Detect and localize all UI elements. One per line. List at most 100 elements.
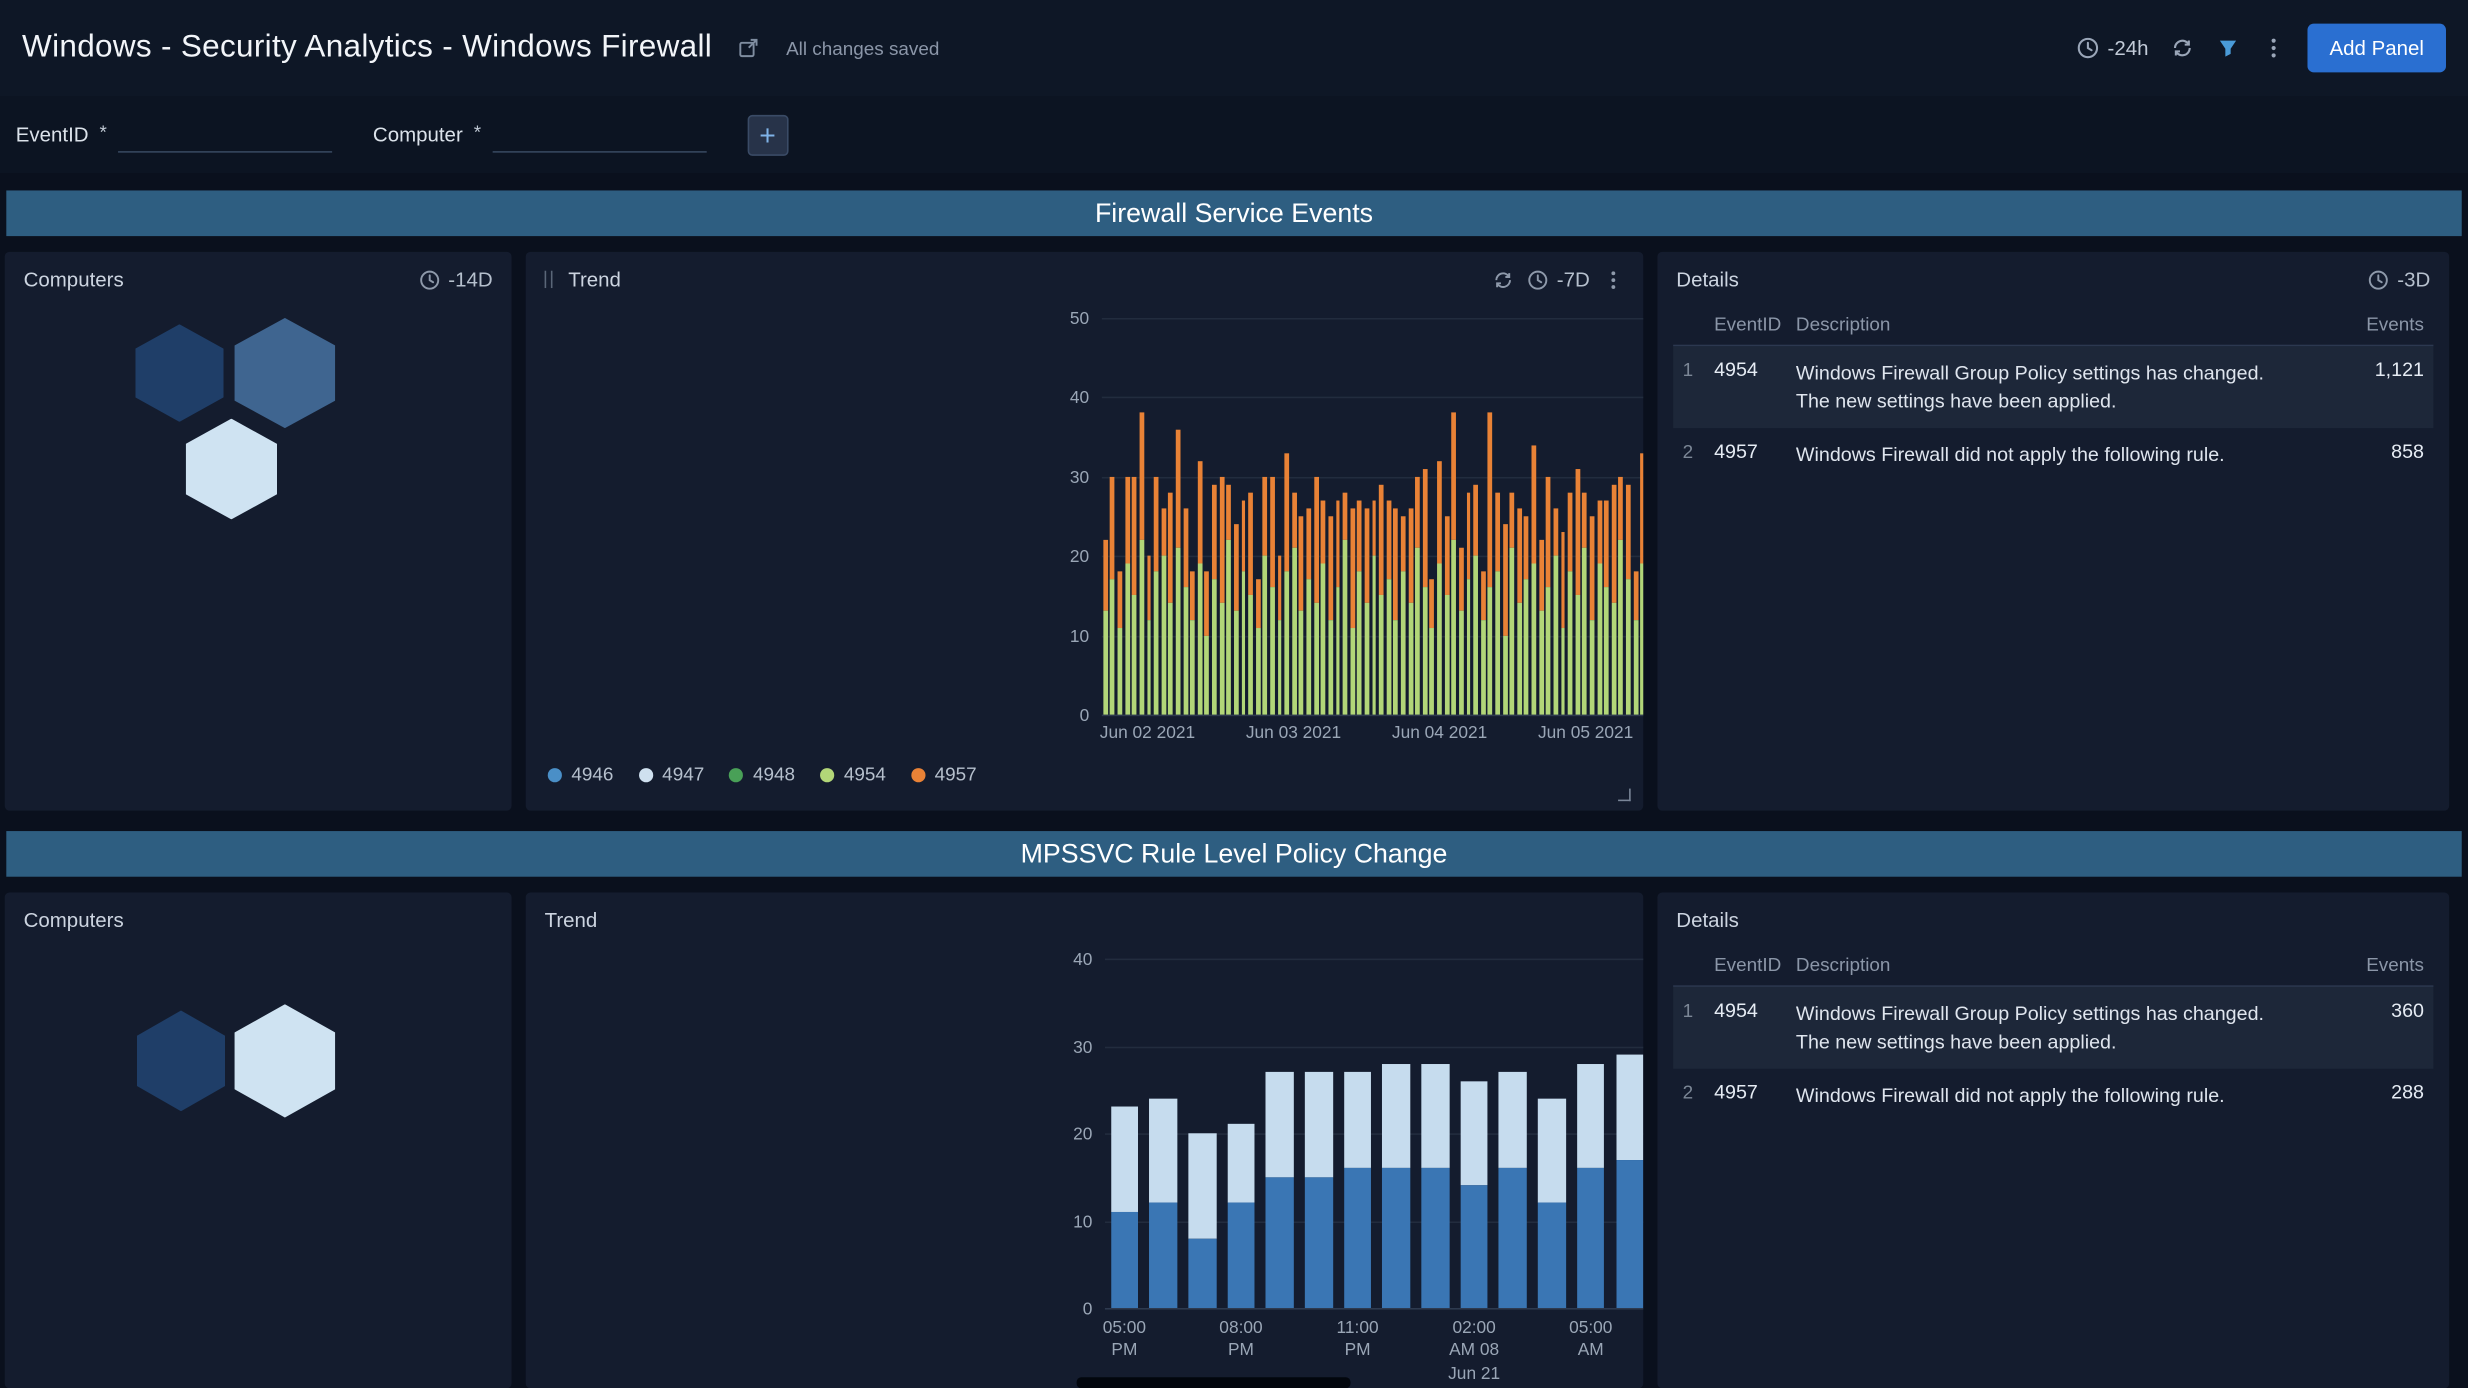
stacked-bar[interactable]	[1321, 500, 1326, 714]
stacked-bar[interactable]	[1474, 485, 1479, 715]
stacked-bar[interactable]	[1205, 572, 1210, 715]
stacked-bar[interactable]	[1212, 485, 1217, 715]
stacked-bar[interactable]	[1553, 508, 1558, 714]
stacked-bar[interactable]	[1299, 516, 1304, 714]
stacked-bar[interactable]	[1139, 413, 1144, 714]
stacked-bar[interactable]	[1619, 477, 1624, 715]
stacked-bar[interactable]	[1125, 477, 1130, 715]
stacked-bar[interactable]	[1241, 500, 1246, 714]
stacked-bar[interactable]	[1386, 500, 1391, 714]
eventid-filter-input[interactable]	[118, 117, 332, 152]
stacked-bar[interactable]	[1270, 477, 1275, 715]
stacked-bar[interactable]	[1227, 485, 1232, 715]
stacked-bar[interactable]	[1538, 1098, 1566, 1308]
stacked-bar[interactable]	[1183, 508, 1188, 714]
filter-button[interactable]	[2216, 36, 2240, 60]
stacked-bar[interactable]	[1421, 1063, 1449, 1308]
stacked-bar[interactable]	[1383, 1063, 1411, 1308]
stacked-bar[interactable]	[1118, 572, 1123, 715]
table-row[interactable]: 2 4957 Windows Firewall did not apply th…	[1673, 429, 2433, 483]
edit-dashboard-icon[interactable]	[737, 36, 761, 60]
legend-item[interactable]: 4957	[911, 763, 977, 785]
computer-filter-input[interactable]	[492, 117, 706, 152]
stacked-bar[interactable]	[1524, 516, 1529, 714]
stacked-bar[interactable]	[1415, 477, 1420, 715]
drag-handle-icon[interactable]	[545, 271, 553, 288]
stacked-bar[interactable]	[1539, 540, 1544, 715]
stacked-bar[interactable]	[1328, 516, 1333, 714]
stacked-bar[interactable]	[1198, 461, 1203, 715]
stacked-bar[interactable]	[1314, 477, 1319, 715]
stacked-bar[interactable]	[1604, 500, 1609, 714]
legend-item[interactable]: 4947	[639, 763, 705, 785]
stacked-bar[interactable]	[1532, 445, 1537, 715]
stacked-bar[interactable]	[1394, 508, 1399, 714]
stacked-bar[interactable]	[1503, 524, 1508, 714]
stacked-bar[interactable]	[1305, 1072, 1333, 1308]
stacked-bar[interactable]	[1266, 1072, 1294, 1308]
legend-item[interactable]: 4946	[548, 763, 614, 785]
stacked-bar[interactable]	[1561, 532, 1566, 714]
panel-time-range[interactable]: -3D	[2367, 268, 2430, 292]
stacked-bar[interactable]	[1401, 516, 1406, 714]
stacked-bar[interactable]	[1357, 500, 1362, 714]
stacked-bar[interactable]	[1641, 453, 1644, 715]
stacked-bar[interactable]	[1277, 556, 1282, 715]
stacked-bar[interactable]	[1590, 516, 1595, 714]
stacked-bar[interactable]	[1612, 485, 1617, 715]
honeycomb-cell[interactable]	[135, 324, 223, 422]
stacked-bar[interactable]	[1633, 572, 1638, 715]
stacked-bar[interactable]	[1460, 1081, 1488, 1308]
stacked-bar[interactable]	[1263, 477, 1268, 715]
stacked-bar[interactable]	[1582, 492, 1587, 714]
stacked-bar[interactable]	[1161, 508, 1166, 714]
time-range-control[interactable]: -24h	[2076, 36, 2148, 60]
stacked-bar[interactable]	[1110, 1107, 1138, 1308]
stacked-bar[interactable]	[1546, 477, 1551, 715]
stacked-bar[interactable]	[1626, 485, 1631, 715]
stacked-bar[interactable]	[1132, 477, 1137, 715]
honeycomb-cell[interactable]	[186, 419, 277, 520]
stacked-bar[interactable]	[1176, 429, 1181, 715]
stacked-bar[interactable]	[1343, 492, 1348, 714]
stacked-bar[interactable]	[1234, 524, 1239, 714]
stacked-bar[interactable]	[1597, 500, 1602, 714]
honeycomb-cell[interactable]	[235, 1004, 336, 1117]
table-row[interactable]: 2 4957 Windows Firewall did not apply th…	[1673, 1069, 2433, 1123]
honeycomb-cell[interactable]	[235, 318, 336, 428]
stacked-bar[interactable]	[1488, 413, 1493, 714]
stacked-bar[interactable]	[1154, 477, 1159, 715]
stacked-bar[interactable]	[1190, 572, 1195, 715]
legend-item[interactable]: 4954	[820, 763, 886, 785]
stacked-bar[interactable]	[1168, 492, 1173, 714]
stacked-bar[interactable]	[1437, 461, 1442, 715]
more-options-button[interactable]	[2262, 36, 2286, 60]
stacked-bar[interactable]	[1510, 492, 1515, 714]
stacked-bar[interactable]	[1103, 540, 1108, 715]
panel-time-range[interactable]: -14D	[418, 268, 492, 292]
stacked-bar[interactable]	[1379, 485, 1384, 715]
panel-menu-button[interactable]	[1602, 268, 1624, 290]
table-row[interactable]: 1 4954 Windows Firewall Group Policy set…	[1673, 987, 2433, 1069]
legend-item[interactable]: 4948	[729, 763, 795, 785]
stacked-bar[interactable]	[1365, 508, 1370, 714]
stacked-bar[interactable]	[1517, 508, 1522, 714]
stacked-bar[interactable]	[1344, 1072, 1372, 1308]
stacked-bar[interactable]	[1459, 548, 1464, 715]
stacked-bar[interactable]	[1577, 1063, 1605, 1308]
stacked-bar[interactable]	[1481, 572, 1486, 715]
stacked-bar[interactable]	[1336, 500, 1341, 714]
stacked-bar[interactable]	[1616, 1055, 1644, 1308]
add-filter-button[interactable]: +	[747, 114, 788, 155]
stacked-bar[interactable]	[1292, 492, 1297, 714]
stacked-bar[interactable]	[1372, 500, 1377, 714]
stacked-bar[interactable]	[1219, 477, 1224, 715]
stacked-bar[interactable]	[1568, 492, 1573, 714]
resize-handle-icon[interactable]	[1618, 789, 1631, 802]
stacked-bar[interactable]	[1110, 477, 1115, 715]
stacked-bar[interactable]	[1466, 492, 1471, 714]
stacked-bar[interactable]	[1423, 469, 1428, 715]
panel-time-range[interactable]: -7D	[1527, 268, 1590, 292]
panel-refresh-button[interactable]	[1492, 268, 1514, 290]
stacked-bar[interactable]	[1227, 1125, 1255, 1308]
